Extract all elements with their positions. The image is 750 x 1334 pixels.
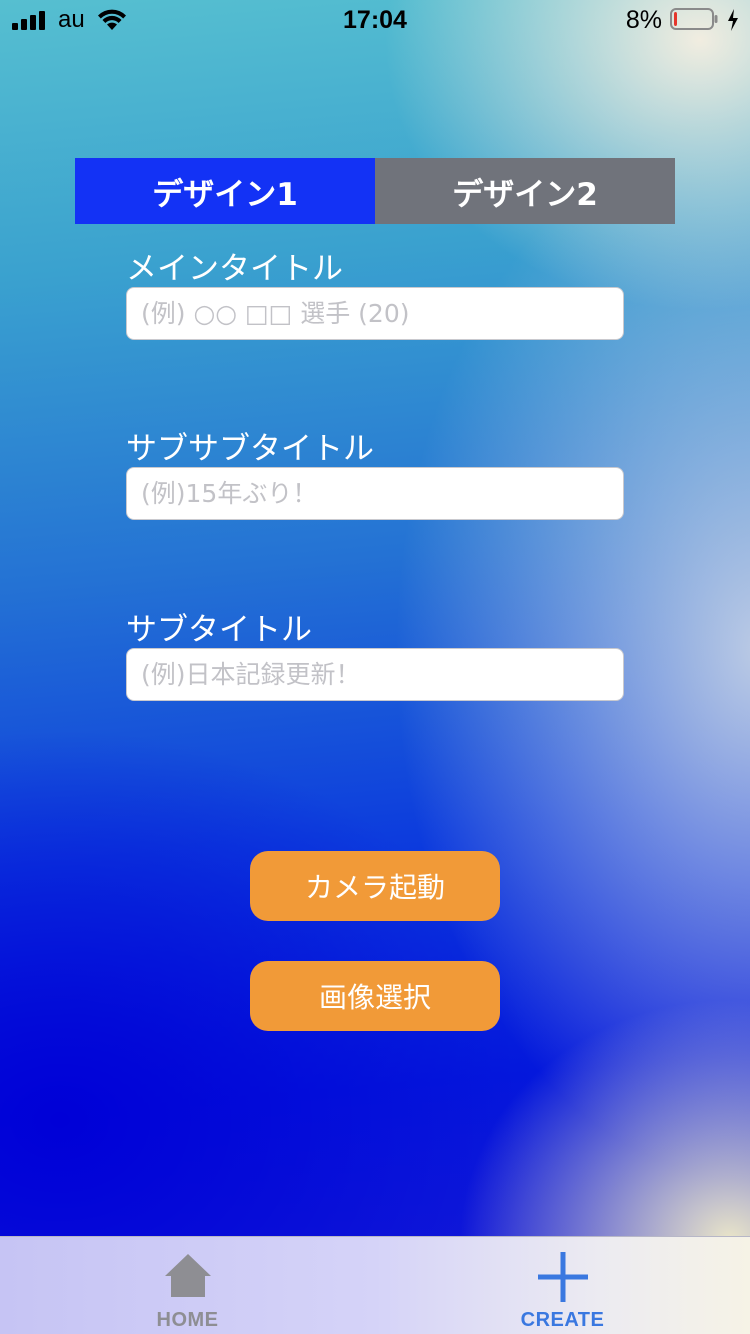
create-screen: au 17:04 8% デザイン1 デザイン2 メインタイトル サブサブタイトル… [0, 0, 750, 1334]
subsub-title-input[interactable] [126, 467, 624, 520]
plus-icon [537, 1252, 588, 1302]
main-title-input[interactable] [126, 287, 624, 340]
tab-home[interactable]: HOME [0, 1237, 375, 1334]
subsub-title-label: サブサブタイトル [126, 431, 374, 467]
tab-create-label: CREATE [520, 1309, 605, 1331]
status-bar: au 17:04 8% [0, 0, 750, 40]
tab-create[interactable]: CREATE [375, 1237, 750, 1334]
battery-icon [670, 8, 718, 30]
charging-bolt-icon [728, 9, 738, 31]
tab-design-1[interactable]: デザイン1 [75, 158, 375, 224]
home-icon [164, 1254, 211, 1297]
camera-launch-button[interactable]: カメラ起動 [250, 851, 500, 921]
battery-percent: 8% [625, 6, 662, 34]
battery-level-fill [674, 12, 677, 26]
design-segmented-control: デザイン1 デザイン2 [75, 158, 675, 224]
bottom-tab-bar: HOME CREATE [0, 1236, 750, 1334]
sub-title-label: サブタイトル [126, 612, 312, 648]
sub-title-input[interactable] [126, 648, 624, 701]
tab-home-label: HOME [156, 1309, 219, 1331]
tab-design-2[interactable]: デザイン2 [375, 158, 675, 224]
main-title-label: メインタイトル [126, 251, 343, 287]
select-image-button[interactable]: 画像選択 [250, 961, 500, 1031]
